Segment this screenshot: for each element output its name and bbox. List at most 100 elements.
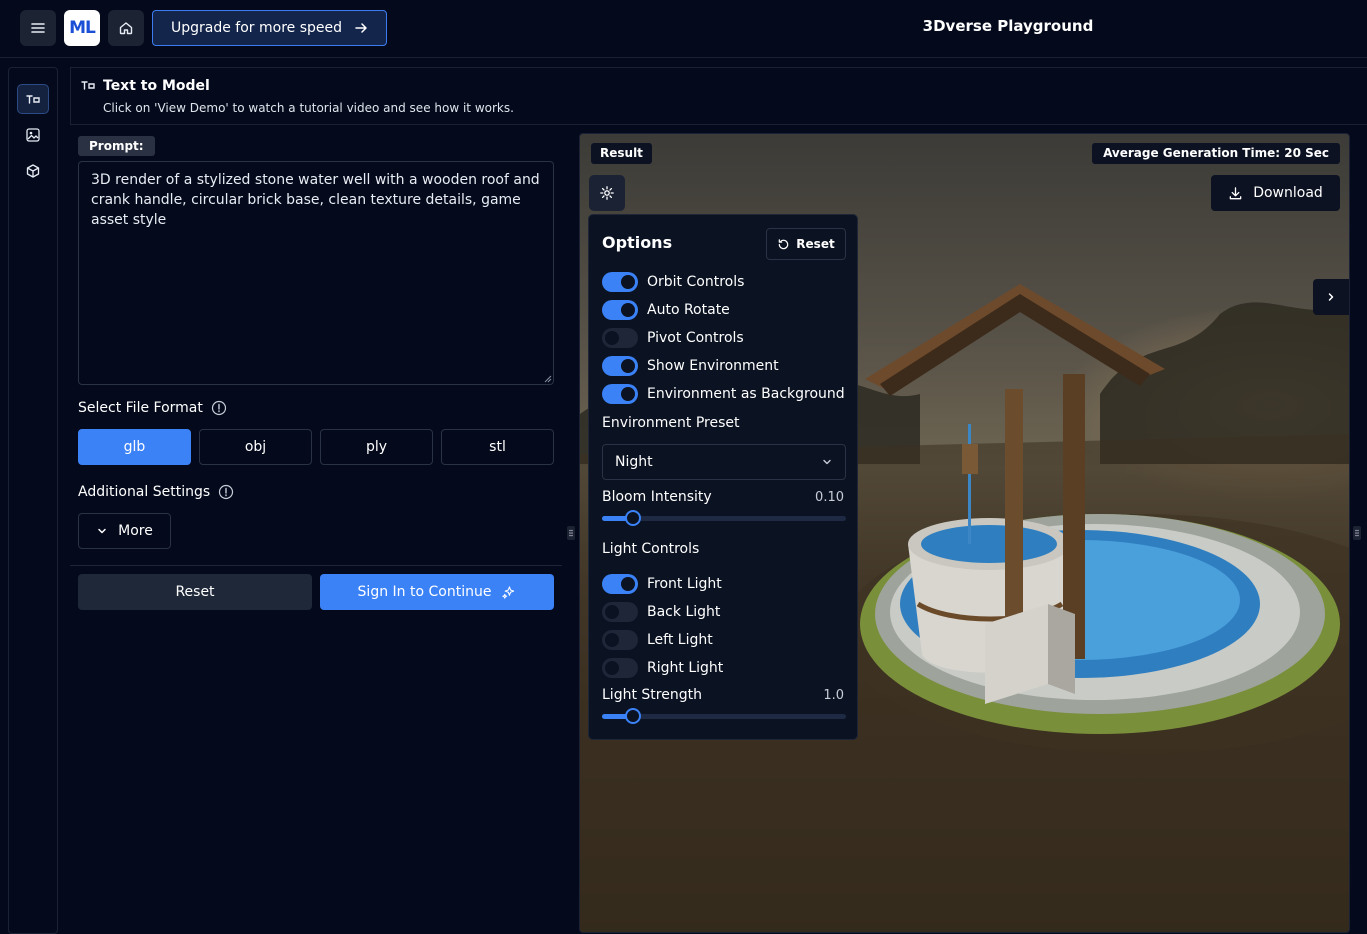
sign-in-label: Sign In to Continue <box>357 584 492 600</box>
sign-in-button[interactable]: Sign In to Continue <box>320 574 554 610</box>
toggle-switch[interactable] <box>602 384 638 404</box>
menu-button[interactable] <box>20 10 56 46</box>
toggle-right-light[interactable]: Right Light <box>602 658 723 678</box>
arrow-right-icon <box>355 23 367 33</box>
toggle-back-light[interactable]: Back Light <box>602 602 720 622</box>
chevron-down-icon <box>823 459 831 465</box>
format-glb-button[interactable]: glb <box>78 429 191 465</box>
toggle-switch[interactable] <box>602 356 638 376</box>
resize-grip-icon[interactable] <box>544 375 552 383</box>
toggle-switch[interactable] <box>602 328 638 348</box>
prompt-label: Prompt: <box>78 136 155 156</box>
file-format-label: Select File Format <box>78 400 227 416</box>
top-bar: ML Upgrade for more speed 3Dverse Playgr… <box>0 0 1367 58</box>
upgrade-button[interactable]: Upgrade for more speed <box>152 10 387 46</box>
rail-3d-model[interactable] <box>17 156 49 186</box>
additional-settings-label-text: Additional Settings <box>78 484 211 500</box>
hamburger-icon <box>31 23 45 33</box>
download-label: Download <box>1253 185 1323 201</box>
toggle-label: Orbit Controls <box>647 274 745 290</box>
toggle-label: Left Light <box>647 632 713 648</box>
additional-settings-label: Additional Settings <box>78 484 234 500</box>
sparkles-icon <box>502 585 515 599</box>
cube-icon <box>26 164 40 178</box>
info-icon[interactable] <box>211 400 227 416</box>
settings-button[interactable] <box>589 175 625 211</box>
toggle-switch[interactable] <box>602 574 638 594</box>
light-strength-label: Light Strength <box>602 687 702 703</box>
env-preset-label: Environment Preset <box>602 415 740 431</box>
reset-button[interactable]: Reset <box>78 574 312 610</box>
light-strength-value: 1.0 <box>823 688 844 703</box>
toggle-orbit-controls[interactable]: Orbit Controls <box>602 272 744 292</box>
bloom-label: Bloom Intensity <box>602 489 712 505</box>
avg-generation-time: Average Generation Time: 20 Sec <box>1092 143 1340 164</box>
toggle-environment-background[interactable]: Environment as Background <box>602 384 845 404</box>
format-ply-button[interactable]: ply <box>320 429 433 465</box>
toggle-switch[interactable] <box>602 272 638 292</box>
toggle-switch[interactable] <box>602 658 638 678</box>
rail-image-to-model[interactable] <box>17 120 49 150</box>
toggle-pivot-controls[interactable]: Pivot Controls <box>602 328 744 348</box>
drag-handle-icon <box>1355 529 1359 537</box>
drag-handle-icon <box>569 529 573 537</box>
tool-title: Text to Model <box>103 78 210 94</box>
download-icon <box>1229 186 1242 199</box>
home-icon <box>119 22 133 35</box>
toggle-left-light[interactable]: Left Light <box>602 630 713 650</box>
toggle-label: Front Light <box>647 576 722 592</box>
tool-subtitle: Click on 'View Demo' to watch a tutorial… <box>103 101 514 115</box>
toggle-label: Show Environment <box>647 358 779 374</box>
home-button[interactable] <box>108 10 144 46</box>
format-obj-button[interactable]: obj <box>199 429 312 465</box>
bloom-slider[interactable] <box>602 510 846 526</box>
toggle-switch[interactable] <box>602 300 638 320</box>
options-panel: Options Reset Orbit Controls Auto Rotate… <box>588 214 858 740</box>
toggle-label: Environment as Background <box>647 386 845 402</box>
text-to-model-icon <box>26 95 40 104</box>
upgrade-label: Upgrade for more speed <box>170 20 342 36</box>
toggle-label: Auto Rotate <box>647 302 730 318</box>
env-preset-select[interactable]: Night <box>602 444 846 480</box>
panel-split-handle[interactable] <box>567 526 575 540</box>
toggle-switch[interactable] <box>602 630 638 650</box>
text-to-model-icon <box>81 81 95 90</box>
options-reset-button[interactable]: Reset <box>766 228 846 260</box>
more-settings-button[interactable]: More <box>78 513 171 549</box>
gear-icon <box>600 186 614 200</box>
file-format-label-text: Select File Format <box>78 400 203 416</box>
format-stl-button[interactable]: stl <box>441 429 554 465</box>
rail-text-to-model[interactable] <box>17 84 49 114</box>
env-preset-value: Night <box>615 454 653 470</box>
result-tag: Result <box>591 143 652 164</box>
light-controls-label: Light Controls <box>602 541 700 557</box>
download-button[interactable]: Download <box>1211 175 1340 211</box>
toggle-auto-rotate[interactable]: Auto Rotate <box>602 300 730 320</box>
toggle-show-environment[interactable]: Show Environment <box>602 356 779 376</box>
bloom-value: 0.10 <box>815 490 844 505</box>
slider-thumb[interactable] <box>624 708 641 724</box>
toggle-label: Back Light <box>647 604 721 620</box>
chevron-right-icon <box>1328 293 1334 301</box>
toggle-label: Right Light <box>647 660 724 676</box>
toggle-label: Pivot Controls <box>647 330 744 346</box>
panel-split-handle-right[interactable] <box>1353 526 1361 540</box>
toggle-front-light[interactable]: Front Light <box>602 574 722 594</box>
toggle-switch[interactable] <box>602 602 638 622</box>
prompt-input[interactable]: 3D render of a stylized stone water well… <box>78 161 554 385</box>
chevron-down-icon <box>98 528 106 534</box>
logo[interactable]: ML <box>64 10 100 46</box>
info-icon[interactable] <box>218 484 234 500</box>
logo-text: ML <box>69 18 96 38</box>
options-reset-label: Reset <box>796 237 835 251</box>
left-rail <box>8 67 58 934</box>
tool-header: Text to Model Click on 'View Demo' to wa… <box>70 67 1367 125</box>
reset-icon <box>779 238 789 249</box>
next-panel-button[interactable] <box>1313 279 1349 315</box>
app-title: 3Dverse Playground <box>922 17 1094 35</box>
more-label: More <box>118 523 153 539</box>
slider-thumb[interactable] <box>624 510 641 526</box>
options-title: Options <box>602 233 673 252</box>
image-icon <box>26 128 40 142</box>
light-strength-slider[interactable] <box>602 708 846 724</box>
